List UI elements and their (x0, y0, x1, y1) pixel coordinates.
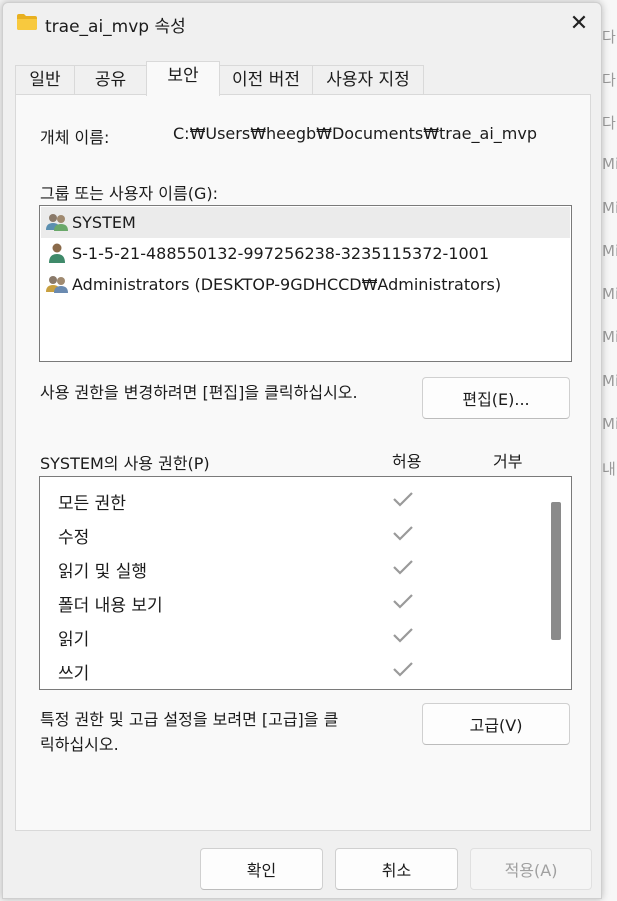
user-list-item[interactable]: Administrators (DESKTOP-9GDHCCD₩Administ… (41, 269, 570, 300)
advanced-button[interactable]: 고급(V) (422, 703, 570, 745)
permission-name: 수정 (58, 528, 90, 548)
user-list[interactable]: SYSTEM S-1-5-21-488550132-997256238-3235… (39, 205, 572, 362)
background-text: 다 (602, 114, 616, 132)
permissions-scrollbar-thumb[interactable] (551, 502, 561, 640)
allow-check-icon (393, 492, 413, 507)
object-name-label: 개체 이름: (40, 128, 110, 147)
permission-name: 모든 권한 (58, 494, 126, 514)
user-list-item[interactable]: S-1-5-21-488550132-997256238-3235115372-… (41, 238, 570, 269)
permission-name: 읽기 및 실행 (58, 562, 148, 582)
close-button[interactable]: ✕ (561, 7, 597, 39)
advanced-hint-line2: 릭하십시오. (40, 735, 119, 754)
title-bar[interactable]: trae_ai_mvp 속성 ✕ (3, 3, 601, 43)
apply-button-label: 적용(A) (504, 861, 558, 880)
background-text: Mi (602, 285, 617, 303)
cancel-button[interactable]: 취소 (335, 848, 458, 890)
advanced-button-label: 고급(V) (469, 716, 523, 735)
close-icon: ✕ (569, 10, 589, 36)
tab-sharing[interactable]: 공유 (74, 65, 147, 95)
permissions-label: SYSTEM의 사용 권한(P) (40, 454, 210, 473)
permission-row: 폴더 내용 보기 (40, 584, 550, 618)
permission-row: 수정 (40, 516, 550, 550)
advanced-hint-line1: 특정 권한 및 고급 설정을 보려면 [고급]을 클 (40, 710, 339, 729)
properties-dialog: trae_ai_mvp 속성 ✕ 일반 공유 보안 이전 버전 사용자 지정 개… (2, 2, 602, 899)
background-text: 다 (602, 71, 616, 89)
permission-name: 폴더 내용 보기 (58, 596, 163, 616)
tab-customize[interactable]: 사용자 지정 (312, 65, 424, 95)
tab-security[interactable]: 보안 (146, 61, 220, 96)
background-text: Mi (602, 328, 617, 346)
background-window-strip: 다 다 다 Mi Mi Mi Mi Mi Mi Mi 내 (600, 0, 617, 901)
tab-previous-versions[interactable]: 이전 버전 (219, 65, 313, 95)
permission-row: 모든 권한 (40, 482, 550, 516)
permission-row: 쓰기 (40, 652, 550, 686)
tab-label: 공유 (94, 70, 127, 90)
user-name: S-1-5-21-488550132-997256238-3235115372-… (72, 244, 490, 263)
allow-check-icon (393, 662, 413, 677)
background-text: Mi (602, 155, 617, 173)
user-group-icon (46, 276, 68, 293)
ok-button[interactable]: 확인 (200, 848, 323, 890)
permission-name: 쓰기 (58, 664, 90, 684)
user-name: Administrators (DESKTOP-9GDHCCD₩Administ… (72, 275, 502, 294)
user-list-item[interactable]: SYSTEM (41, 207, 570, 238)
background-text: Mi (602, 372, 617, 390)
groups-label: 그룹 또는 사용자 이름(G): (40, 184, 219, 203)
background-text: Mi (602, 199, 617, 217)
tab-general[interactable]: 일반 (15, 65, 75, 95)
user-group-icon (46, 214, 68, 231)
allow-check-icon (393, 560, 413, 575)
background-text: 다 (602, 28, 616, 46)
object-name-value: C:₩Users₩heegb₩Documents₩trae_ai_mvp (173, 124, 537, 143)
tab-label: 이전 버전 (232, 70, 300, 90)
background-text: 내 (602, 460, 616, 478)
security-tab-panel: 개체 이름: C:₩Users₩heegb₩Documents₩trae_ai_… (15, 94, 591, 831)
permission-name: 읽기 (58, 630, 90, 650)
background-text: Mi (602, 242, 617, 260)
tab-label: 일반 (29, 70, 61, 90)
permission-row: 읽기 (40, 618, 550, 652)
allow-check-icon (393, 628, 413, 643)
tab-label: 사용자 지정 (326, 70, 410, 90)
permissions-list[interactable]: 모든 권한 수정 읽기 및 실행 폴더 내용 보기 읽기 쓰기 (39, 476, 572, 690)
tab-label: 보안 (167, 66, 199, 86)
edit-button[interactable]: 편집(E)... (422, 377, 570, 419)
edit-hint: 사용 권한을 변경하려면 [편집]을 클릭하십시오. (40, 383, 358, 402)
deny-column-header: 거부 (493, 452, 523, 471)
background-text: Mi (602, 415, 617, 433)
allow-column-header: 허용 (392, 452, 422, 471)
window-title: trae_ai_mvp 속성 (45, 17, 186, 37)
permission-row: 읽기 및 실행 (40, 550, 550, 584)
ok-button-label: 확인 (246, 861, 277, 880)
user-icon (49, 243, 65, 263)
cancel-button-label: 취소 (381, 861, 412, 880)
allow-check-icon (393, 526, 413, 541)
user-name: SYSTEM (72, 213, 136, 232)
apply-button[interactable]: 적용(A) (470, 848, 592, 890)
folder-icon (17, 14, 37, 30)
edit-button-label: 편집(E)... (462, 390, 530, 409)
allow-check-icon (393, 594, 413, 609)
